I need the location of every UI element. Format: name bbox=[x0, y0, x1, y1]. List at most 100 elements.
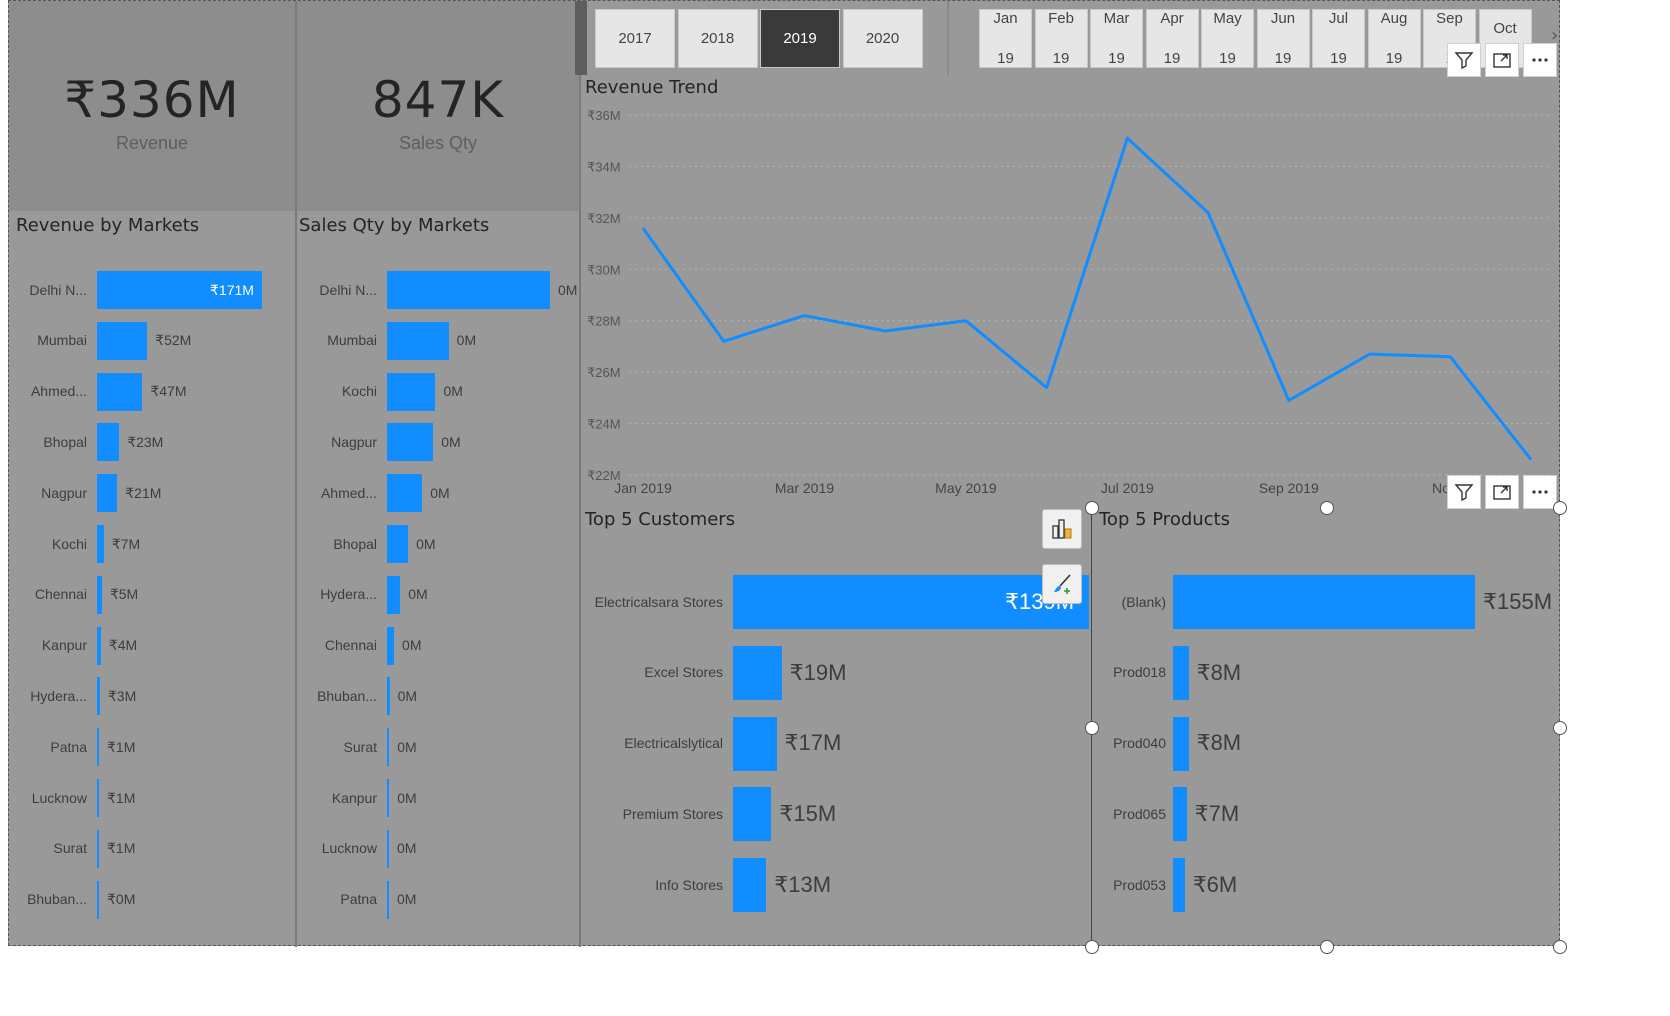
bar[interactable] bbox=[733, 858, 767, 913]
bar[interactable] bbox=[387, 474, 423, 513]
bar[interactable] bbox=[387, 271, 550, 309]
top-customers-visual[interactable]: Top 5 Customers Electricalsara Stores ₹13… bbox=[581, 507, 1091, 947]
data-point[interactable] bbox=[1529, 458, 1533, 462]
data-point[interactable] bbox=[641, 226, 645, 230]
data-point[interactable] bbox=[722, 339, 726, 343]
focus-mode-icon[interactable] bbox=[1485, 475, 1519, 509]
bar[interactable] bbox=[387, 779, 390, 817]
format-paint-icon[interactable] bbox=[1042, 564, 1082, 604]
bar[interactable] bbox=[387, 525, 409, 563]
data-point[interactable] bbox=[1448, 355, 1452, 359]
revenue-trend-visual[interactable]: Revenue Trend ₹22M ₹24M ₹26M ₹28M ₹30M ₹32M ₹3… bbox=[581, 75, 1561, 507]
bar[interactable] bbox=[387, 677, 390, 716]
more-options-icon[interactable] bbox=[1523, 43, 1557, 77]
data-label: 0M bbox=[443, 383, 463, 400]
category-label: Kochi bbox=[51, 535, 87, 552]
bar[interactable] bbox=[387, 880, 389, 919]
resize-handle[interactable] bbox=[1320, 940, 1334, 954]
resize-handle[interactable] bbox=[1553, 501, 1567, 515]
bar[interactable] bbox=[97, 829, 99, 868]
revenue-card[interactable]: ₹336M Revenue bbox=[9, 1, 295, 211]
bar[interactable] bbox=[387, 829, 389, 868]
slicer-scrollbar[interactable] bbox=[575, 1, 587, 75]
data-point[interactable] bbox=[802, 314, 806, 318]
month-option-feb[interactable]: Feb 19 bbox=[1034, 9, 1088, 68]
data-point[interactable] bbox=[1368, 352, 1372, 356]
revenue-line[interactable] bbox=[641, 136, 1533, 461]
data-label: 0M bbox=[416, 535, 436, 552]
year-option-2019[interactable]: 2019 bbox=[760, 9, 840, 68]
focus-mode-icon[interactable] bbox=[1485, 43, 1519, 77]
filter-icon[interactable] bbox=[1447, 475, 1481, 509]
more-options-icon[interactable] bbox=[1523, 475, 1557, 509]
data-point[interactable] bbox=[1287, 398, 1291, 402]
data-point[interactable] bbox=[1045, 386, 1049, 390]
bar[interactable] bbox=[97, 321, 148, 360]
bar[interactable] bbox=[97, 525, 104, 563]
data-point[interactable] bbox=[964, 319, 968, 323]
bar[interactable] bbox=[97, 372, 143, 411]
sales-qty-by-markets-visual[interactable]: Sales Qty by Markets Delhi N... 0M Mumbai 0… bbox=[297, 211, 579, 947]
resize-handle[interactable] bbox=[1553, 940, 1567, 954]
month-option-jan[interactable]: Jan 19 bbox=[979, 9, 1032, 68]
resize-handle[interactable] bbox=[1085, 501, 1099, 515]
bar[interactable] bbox=[387, 321, 449, 360]
bar[interactable] bbox=[387, 728, 390, 767]
month-option-may[interactable]: May 19 bbox=[1201, 9, 1254, 68]
y-tick-label: ₹30M bbox=[587, 262, 621, 277]
year-option-2020[interactable]: 2020 bbox=[842, 9, 923, 68]
month-option-apr[interactable]: Apr 19 bbox=[1145, 9, 1199, 68]
resize-handle[interactable] bbox=[1085, 721, 1099, 735]
data-label: ₹21M bbox=[125, 484, 162, 501]
bar[interactable] bbox=[1173, 716, 1189, 771]
month-name: Jun bbox=[1270, 9, 1296, 27]
visual-title: Top 5 Customers bbox=[585, 509, 736, 530]
month-year: 19 bbox=[1052, 49, 1070, 67]
bar[interactable] bbox=[97, 677, 100, 716]
year-option-2018[interactable]: 2018 bbox=[677, 9, 758, 68]
data-point[interactable] bbox=[1206, 211, 1210, 215]
data-label: ₹8M bbox=[1196, 730, 1242, 756]
bar[interactable] bbox=[97, 575, 102, 614]
bar[interactable] bbox=[387, 372, 436, 411]
bar[interactable] bbox=[97, 423, 120, 462]
month-option-mar[interactable]: Mar 19 bbox=[1090, 9, 1143, 68]
bar[interactable] bbox=[387, 626, 395, 665]
report-canvas: ₹336M Revenue 847K Sales Qty 2017 2018 201… bbox=[8, 0, 1567, 954]
data-point[interactable] bbox=[1125, 136, 1129, 140]
month-year: 19 bbox=[1108, 49, 1125, 67]
top-products-visual[interactable]: Top 5 Products (Blank) ₹155M Prod018 ₹8M Pro… bbox=[1093, 507, 1561, 947]
bar[interactable] bbox=[97, 626, 101, 665]
bar[interactable] bbox=[97, 728, 99, 767]
revenue-by-markets-visual[interactable]: Revenue by Markets Delhi N... ₹171M Mumbai… bbox=[9, 211, 295, 947]
bar[interactable] bbox=[1173, 645, 1189, 700]
bar[interactable] bbox=[387, 423, 434, 462]
bar[interactable] bbox=[1173, 858, 1185, 913]
bar[interactable] bbox=[97, 880, 99, 919]
bar[interactable] bbox=[733, 787, 772, 842]
x-tick-label: Sep 2019 bbox=[1259, 480, 1319, 496]
category-label: Prod018 bbox=[1113, 664, 1166, 681]
bar[interactable] bbox=[733, 645, 782, 700]
month-option-aug[interactable]: Aug 19 bbox=[1367, 9, 1421, 68]
month-option-jul[interactable]: Jul 19 bbox=[1312, 9, 1365, 68]
data-point[interactable] bbox=[883, 329, 887, 333]
resize-handle[interactable] bbox=[1320, 501, 1334, 515]
format-visual-icon[interactable] bbox=[1042, 509, 1082, 549]
month-name: Apr bbox=[1160, 9, 1184, 27]
bar[interactable] bbox=[1173, 787, 1187, 842]
year-option-2017[interactable]: 2017 bbox=[595, 9, 675, 68]
data-label: ₹47M bbox=[150, 383, 187, 400]
bar[interactable] bbox=[387, 575, 401, 614]
sales-qty-card[interactable]: 847K Sales Qty bbox=[297, 1, 579, 211]
bar[interactable] bbox=[1173, 575, 1475, 629]
data-label: ₹13M bbox=[774, 872, 832, 897]
data-label: 0M bbox=[397, 840, 417, 857]
resize-handle[interactable] bbox=[1085, 940, 1099, 954]
filter-icon[interactable] bbox=[1447, 43, 1481, 77]
bar[interactable] bbox=[97, 474, 118, 513]
resize-handle[interactable] bbox=[1553, 721, 1567, 735]
bar[interactable] bbox=[97, 779, 99, 817]
bar[interactable] bbox=[733, 716, 777, 771]
month-option-jun[interactable]: Jun 19 bbox=[1256, 9, 1310, 68]
